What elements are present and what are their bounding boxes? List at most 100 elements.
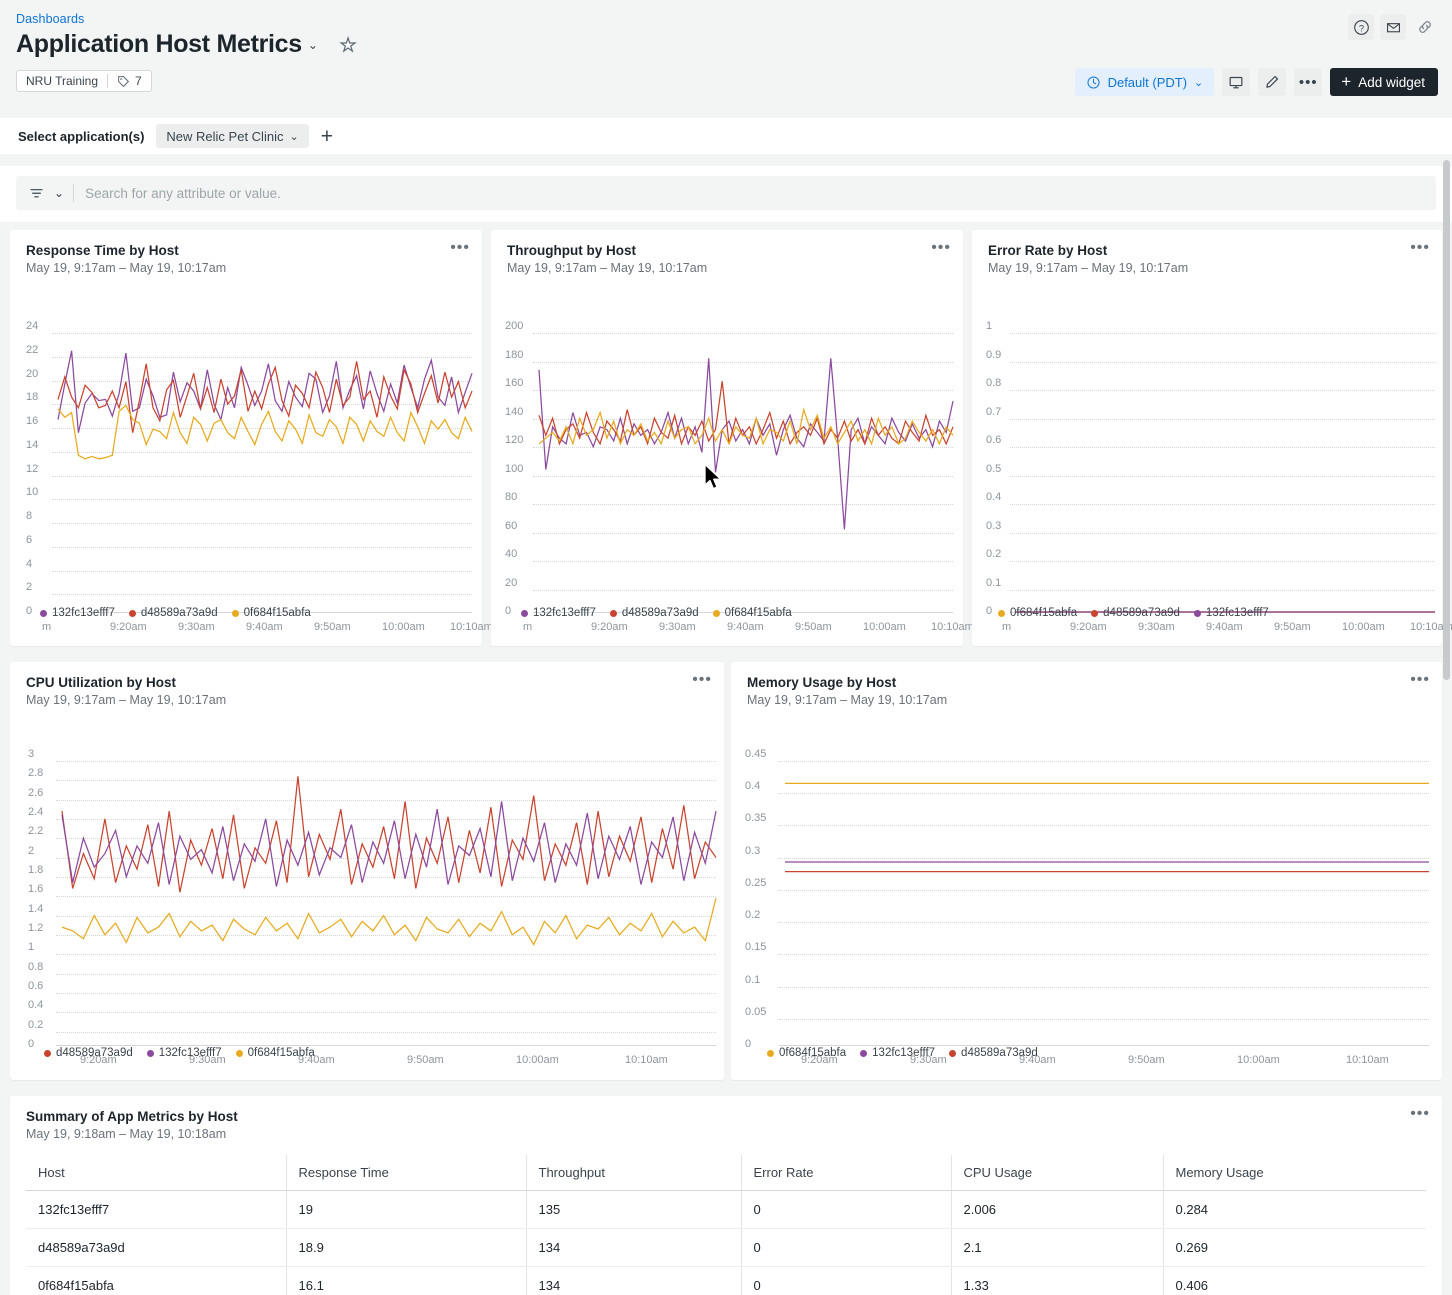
widget-subtitle: May 19, 9:17am – May 19, 10:17am — [26, 693, 227, 707]
favorite-star-icon[interactable]: ★ — [339, 35, 356, 54]
filter-funnel-icon[interactable] — [28, 185, 45, 202]
help-icon[interactable]: ? — [1348, 14, 1374, 40]
legend-label: 132fc13efff7 — [1205, 607, 1269, 619]
widget-summary-table: Summary of App Metrics by Host May 19, 9… — [10, 1096, 1442, 1295]
chart-legend: 132fc13efff7 d48589a73a9d 0f684f15abfa — [521, 607, 792, 619]
table-column-header[interactable]: Response Time — [286, 1155, 527, 1191]
chart-response-time[interactable]: 24 22 20 18 16 14 12 10 8 6 4 2 0 m 9:20am 9:30am 9:40am… — [10, 275, 493, 633]
table-row[interactable]: 0f684f15abfa 16.1 134 0 1.33 0.406 — [26, 1266, 1426, 1295]
application-name: New Relic Pet Clinic — [166, 128, 284, 144]
add-widget-label: Add widget — [1358, 74, 1425, 90]
widget-throughput: Throughput by Host May 19, 9:17am – May … — [491, 230, 974, 646]
legend-item[interactable]: d48589a73a9d — [44, 1047, 133, 1059]
widget-menu-icon[interactable]: ••• — [931, 240, 951, 256]
widget-menu-icon[interactable]: ••• — [1410, 1106, 1430, 1122]
table-cell: d48589a73a9d — [26, 1228, 287, 1267]
widget-menu-icon[interactable]: ••• — [1410, 240, 1430, 256]
legend-color-dot — [235, 1049, 243, 1057]
legend-item[interactable]: d48589a73a9d — [609, 607, 699, 619]
table-container: Host Response Time Throughput Error Rate CPU… — [10, 1155, 1442, 1295]
tag-segment[interactable]: 7 — [108, 74, 151, 88]
add-widget-button[interactable]: + Add widget — [1330, 68, 1438, 96]
add-application-button[interactable]: + — [321, 126, 333, 147]
more-options-icon[interactable]: ••• — [1294, 68, 1323, 96]
legend-item[interactable]: 132fc13efff7 — [40, 607, 115, 619]
widget-header: CPU Utilization by Host May 19, 9:17am –… — [10, 662, 724, 708]
tag-icon — [118, 75, 130, 87]
chart-error-rate[interactable]: 1 0.9 0.8 0.7 0.6 0.5 0.4 0.3 0.2 0.1 0 m 9:20am 9:30… — [972, 275, 1452, 633]
edit-pencil-icon[interactable] — [1258, 68, 1287, 96]
legend-color-dot — [146, 1049, 154, 1057]
account-chip[interactable]: NRU Training 7 — [16, 70, 152, 92]
widget-header: Throughput by Host May 19, 9:17am – May … — [491, 230, 963, 276]
page-scrollbar[interactable] — [1443, 160, 1450, 1260]
table-cell: 1.33 — [951, 1266, 1164, 1295]
series-line — [61, 897, 717, 946]
legend-color-dot — [860, 1049, 868, 1057]
legend-color-dot — [712, 609, 720, 617]
chart-series-layer — [57, 350, 473, 460]
legend-item[interactable]: 0f684f15abfa — [712, 607, 792, 619]
table-cell: 0 — [741, 1266, 952, 1295]
filter-bar[interactable]: ⌄ — [16, 176, 1436, 210]
time-range-label: Default (PDT) — [1107, 74, 1188, 90]
table-column-header[interactable]: CPU Usage — [951, 1155, 1164, 1191]
widget-header: Error Rate by Host May 19, 9:17am – May … — [972, 230, 1442, 276]
application-dropdown[interactable]: New Relic Pet Clinic ⌄ — [156, 124, 309, 148]
legend-item[interactable]: 0f684f15abfa — [235, 1047, 315, 1059]
legend-color-dot — [40, 609, 47, 617]
legend-item[interactable]: d48589a73a9d — [949, 1047, 1038, 1059]
filter-chevron-down-icon[interactable]: ⌄ — [54, 186, 64, 200]
table-cell: 132fc13efff7 — [26, 1190, 287, 1229]
table-column-header[interactable]: Error Rate — [741, 1155, 952, 1191]
chart-throughput[interactable]: 200 180 160 140 120 100 80 60 40 20 0 m 9:20am 9:30am… — [491, 275, 974, 633]
legend-item[interactable]: 0f684f15abfa — [231, 607, 311, 619]
chevron-down-icon[interactable]: ⌄ — [308, 38, 318, 52]
legend-item[interactable]: 132fc13efff7 — [860, 1047, 935, 1059]
chevron-down-icon: ⌄ — [289, 130, 299, 143]
legend-item[interactable]: 0f684f15abfa — [767, 1047, 846, 1059]
widget-title: Throughput by Host — [507, 243, 636, 258]
widget-menu-icon[interactable]: ••• — [450, 240, 470, 256]
chart-legend: d48589a73a9d 132fc13efff7 0f684f15abfa — [44, 1047, 315, 1059]
table-row[interactable]: 132fc13efff7 19 135 0 2.006 0.284 — [26, 1190, 1426, 1229]
chart-memory-usage[interactable]: 0.45 0.4 0.35 0.3 0.25 0.2 0.15 0.1 0.05 0 9:20am 9… — [731, 707, 1442, 1066]
filter-bar-container: ⌄ — [0, 166, 1452, 222]
widget-menu-icon[interactable]: ••• — [692, 672, 712, 688]
legend-color-dot — [44, 1049, 51, 1057]
legend-item[interactable]: 132fc13efff7 — [1193, 607, 1269, 619]
presentation-mode-icon[interactable] — [1222, 68, 1251, 96]
legend-label: d48589a73a9d — [1103, 607, 1180, 619]
table-row[interactable]: d48589a73a9d 18.9 134 0 2.1 0.269 — [26, 1228, 1426, 1267]
application-selector-bar: Select application(s) New Relic Pet Clin… — [0, 118, 1452, 154]
legend-color-dot — [998, 609, 1005, 617]
table-column-header[interactable]: Memory Usage — [1163, 1155, 1426, 1191]
legend-label: 0f684f15abfa — [243, 607, 311, 619]
link-icon[interactable] — [1412, 14, 1438, 40]
legend-item[interactable]: 132fc13efff7 — [521, 607, 596, 619]
widget-subtitle: May 19, 9:17am – May 19, 10:17am — [988, 261, 1189, 275]
legend-item[interactable]: 0f684f15abfa — [998, 607, 1077, 619]
time-range-picker[interactable]: Default (PDT) ⌄ — [1074, 68, 1215, 96]
table-cell: 2.1 — [951, 1228, 1164, 1267]
chart-cpu-utilization[interactable]: 3 2.8 2.6 2.4 2.2 2 1.8 1.6 1.4 1.2 1 0.8 0.6 0.4 0.2 0… — [10, 707, 724, 1066]
legend-color-dot — [1091, 609, 1099, 617]
table-column-header[interactable]: Host — [26, 1155, 287, 1191]
legend-label: 132fc13efff7 — [52, 607, 115, 619]
chart-legend: 0f684f15abfa d48589a73a9d 132fc13efff7 — [998, 607, 1269, 619]
legend-item[interactable]: d48589a73a9d — [1091, 607, 1180, 619]
scrollbar-thumb[interactable] — [1443, 160, 1450, 680]
table-column-header[interactable]: Throughput — [526, 1155, 742, 1191]
mail-icon[interactable] — [1380, 14, 1406, 40]
time-range-chevron-down-icon: ⌄ — [1194, 76, 1204, 89]
legend-item[interactable]: d48589a73a9d — [128, 607, 218, 619]
widget-cpu-utilization: CPU Utilization by Host May 19, 9:17am –… — [10, 662, 724, 1080]
legend-color-dot — [231, 609, 239, 617]
legend-item[interactable]: 132fc13efff7 — [146, 1047, 222, 1059]
table-header-row: Host Response Time Throughput Error Rate CPU… — [26, 1155, 1426, 1191]
search-input[interactable] — [83, 184, 1424, 202]
widget-menu-icon[interactable]: ••• — [1410, 672, 1430, 688]
breadcrumb[interactable]: Dashboards — [16, 12, 1436, 26]
widget-response-time: Response Time by Host May 19, 9:17am – M… — [10, 230, 493, 646]
legend-label: d48589a73a9d — [961, 1047, 1038, 1059]
